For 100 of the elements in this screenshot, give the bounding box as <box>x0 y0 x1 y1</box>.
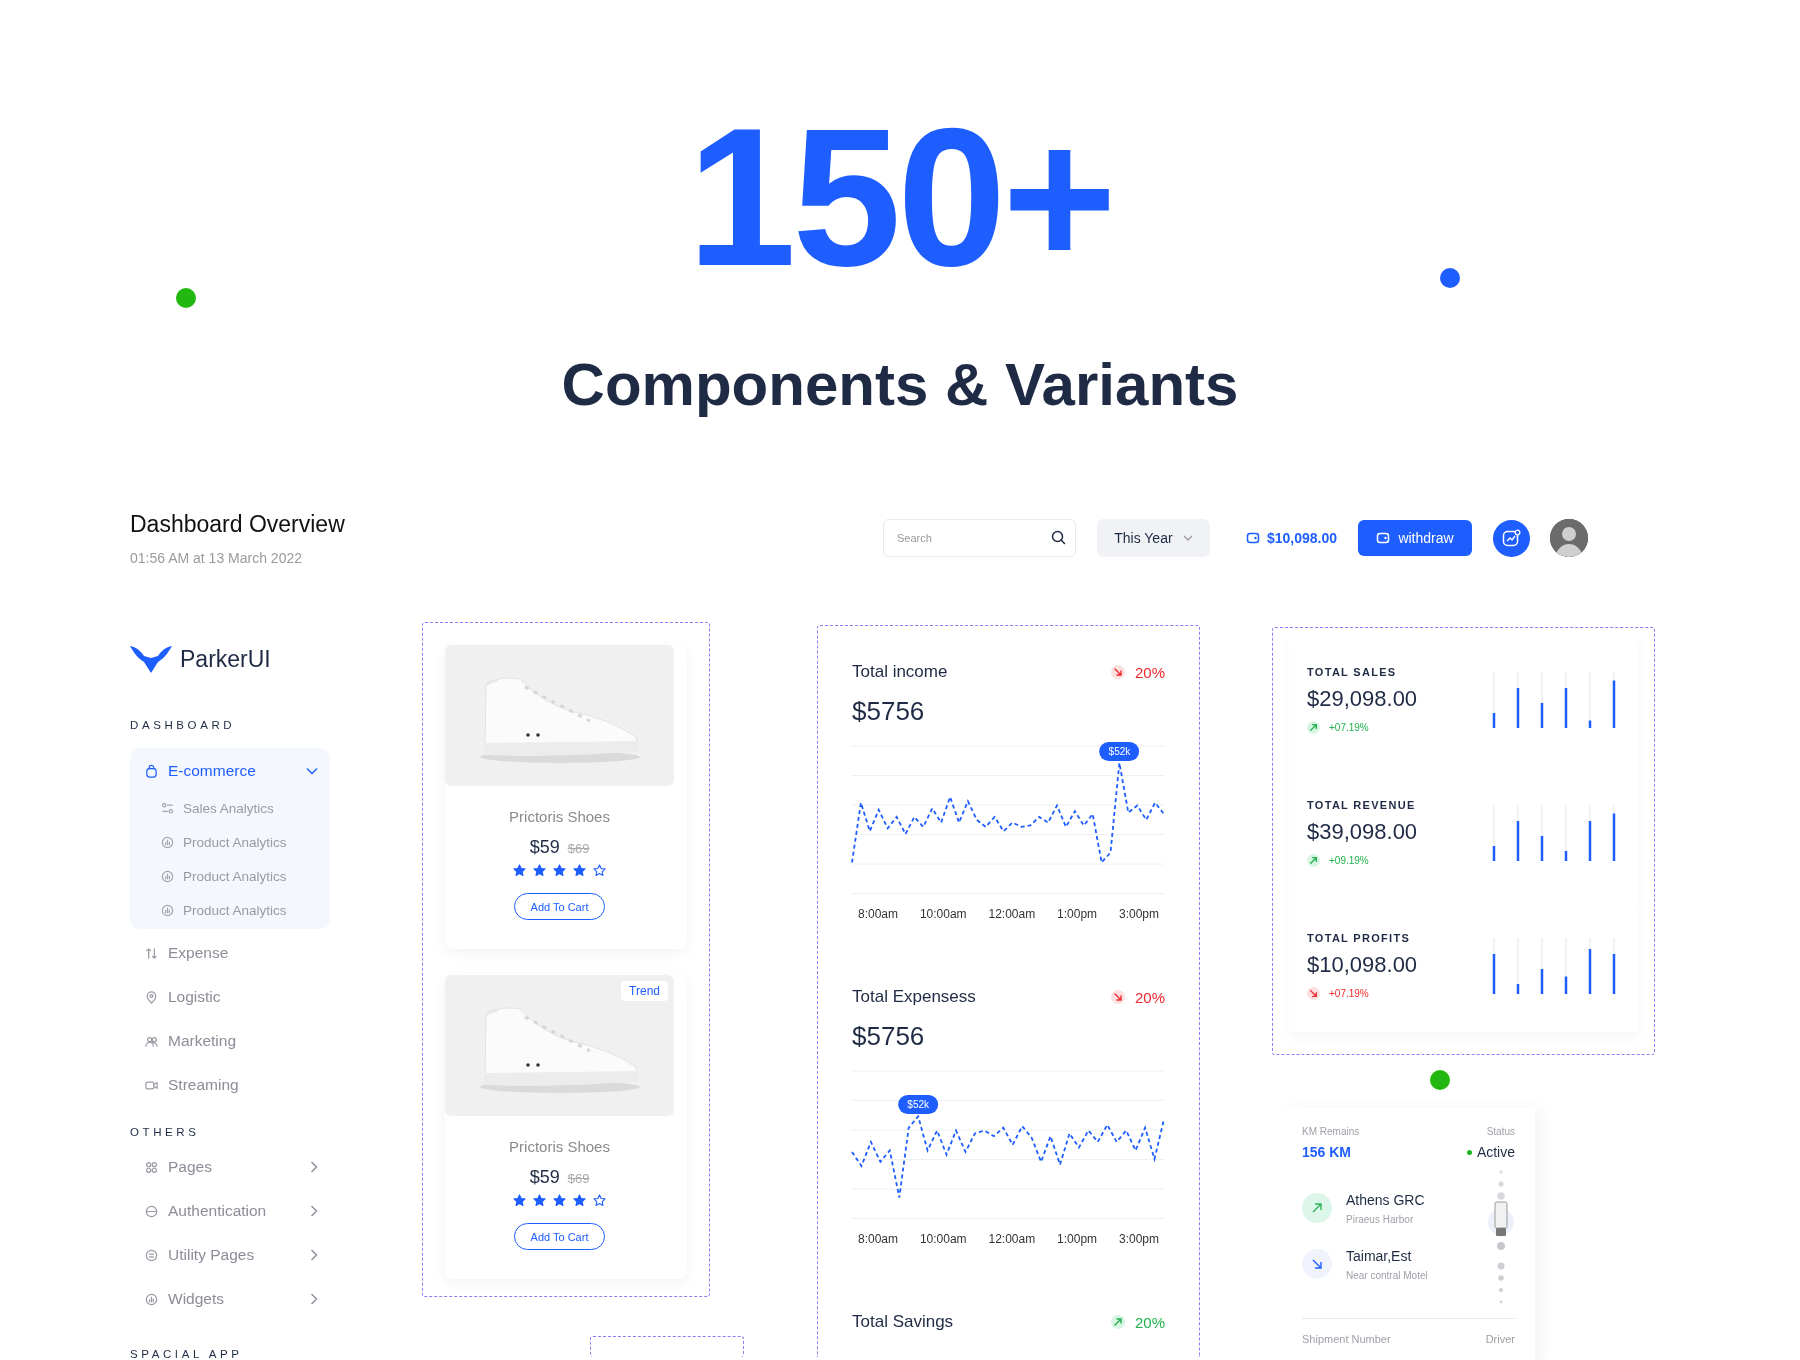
logo-icon <box>130 644 172 674</box>
product-name: Prictoris Shoes <box>508 808 611 825</box>
period-dropdown[interactable]: This Year <box>1096 519 1210 557</box>
wallet-icon <box>1245 531 1260 545</box>
nav-item[interactable]: Utility Pages <box>130 1233 330 1277</box>
status-value: Active <box>1476 1144 1515 1160</box>
section-heading: SPACIAL APP <box>130 1347 244 1360</box>
stat-value: $29,098.00 <box>1307 686 1419 713</box>
metric-title: Total Savings <box>852 1312 955 1332</box>
sliders-icon <box>160 800 175 816</box>
section-heading: OTHERS <box>130 1125 201 1139</box>
axis-label: 8:00am <box>858 907 899 921</box>
decorative-dot <box>176 288 196 308</box>
axis-label: 3:00pm <box>1118 907 1159 921</box>
change-percent: 20% <box>1134 988 1165 1006</box>
star-icon <box>513 864 526 877</box>
stop-name: Athens GRC <box>1346 1191 1425 1208</box>
stop-place: Piraeus Harbor <box>1346 1213 1415 1225</box>
star-icon <box>573 864 586 877</box>
nav-item[interactable]: Logistic <box>130 975 330 1019</box>
field-label: KM Remains <box>1302 1126 1360 1137</box>
price: $59 <box>529 837 560 858</box>
bag-icon <box>144 763 159 779</box>
wallet-icon <box>1376 531 1391 545</box>
location-pin-icon <box>144 989 159 1005</box>
timestamp: 01:56 AM at 13 March 2022 <box>130 549 303 566</box>
star-icon <box>553 1194 566 1207</box>
metric-value: $5756 <box>852 1021 926 1052</box>
axis-label: 3:00pm <box>1118 1232 1159 1246</box>
chart-icon <box>160 834 175 850</box>
star-icon <box>553 864 566 877</box>
page-title: Dashboard Overview <box>130 510 345 538</box>
star-icon <box>533 864 546 877</box>
nav-item[interactable]: Expense <box>130 931 330 975</box>
nav-subitem[interactable]: Product Analytics <box>130 859 330 893</box>
add-to-cart-button[interactable]: Add To Cart <box>514 1223 605 1250</box>
metric-title: Total Expensess <box>852 987 977 1007</box>
arrow-up-right-icon <box>1302 1193 1332 1223</box>
chart-icon <box>144 1291 159 1307</box>
stop-name: Taimar,Est <box>1346 1247 1413 1264</box>
chart-icon <box>160 902 175 918</box>
subtitle: Components & Variants <box>561 350 1239 420</box>
brand-name: ParkerUI <box>180 645 271 673</box>
nav-item[interactable]: Marketing <box>130 1019 330 1063</box>
balance-amount: $10,098.00 <box>1266 530 1337 546</box>
search-field[interactable]: Search <box>882 519 1076 557</box>
metric-title: Total income <box>852 662 949 682</box>
change-percent: 20% <box>1134 663 1165 681</box>
axis-label: 10:00am <box>919 1232 967 1246</box>
chart-tooltip: $52k <box>1099 741 1140 761</box>
trend-badge: Trend <box>621 981 668 1001</box>
section-heading: DASHBOARD <box>130 718 237 732</box>
decorative-dot <box>1440 268 1460 288</box>
field-label: Status <box>1486 1126 1515 1137</box>
stat-value: $39,098.00 <box>1307 819 1419 845</box>
change-percent: +07.19% <box>1329 987 1369 999</box>
axis-label: 8:00am <box>858 1232 899 1246</box>
stop-place: Near contral Motel <box>1346 1269 1428 1281</box>
change-percent: +07.19% <box>1329 722 1369 734</box>
field-label: Shipment Number <box>1302 1333 1391 1345</box>
axis-label: 10:00am <box>919 907 967 921</box>
axis-label: 1:00pm <box>1057 907 1098 921</box>
chart-icon <box>1502 528 1521 548</box>
chart-tooltip: $52k <box>898 1095 938 1115</box>
star-icon <box>593 1194 606 1207</box>
old-price: $69 <box>567 1171 590 1186</box>
change-percent: 20% <box>1134 1313 1165 1331</box>
decorative-dot <box>1430 1070 1450 1090</box>
arrows-icon <box>144 945 159 961</box>
chart-icon <box>160 868 175 884</box>
avatar[interactable] <box>1550 519 1588 557</box>
nav-subitem[interactable]: Product Analytics <box>130 825 330 859</box>
analytics-button[interactable] <box>1493 519 1530 557</box>
add-to-cart-button[interactable]: Add To Cart <box>514 893 605 920</box>
field-label: Driver <box>1485 1333 1515 1345</box>
km-value: 156 KM <box>1302 1144 1352 1160</box>
nav-item[interactable]: E-commerce <box>130 759 330 783</box>
axis-label: 12:00am <box>988 1232 1036 1246</box>
withdraw-button[interactable]: withdraw <box>1358 520 1472 556</box>
nav-item[interactable]: Widgets <box>130 1277 330 1321</box>
axis-label: 12:00am <box>988 907 1036 921</box>
stat-title: TOTAL PROFITS <box>1307 931 1412 944</box>
stat-title: TOTAL SALES <box>1307 666 1398 679</box>
axis-label: 1:00pm <box>1057 1232 1098 1246</box>
price: $59 <box>529 1167 560 1188</box>
nav-item[interactable]: Streaming <box>130 1063 330 1107</box>
arrow-down-right-icon <box>1302 1249 1332 1279</box>
nav-item[interactable]: Pages <box>130 1145 330 1189</box>
grid-icon <box>144 1159 159 1175</box>
nav-subitem[interactable]: Sales Analytics <box>130 791 330 825</box>
nav-subitem[interactable]: Product Analytics <box>130 893 330 927</box>
nav-item[interactable]: Authentication <box>130 1189 330 1233</box>
star-icon <box>533 1194 546 1207</box>
headline: 150+ <box>687 100 1113 296</box>
change-percent: +09.19% <box>1329 855 1369 866</box>
metric-value: $5756 <box>852 696 926 727</box>
chevron-down-icon <box>1182 535 1193 541</box>
product-name: Prictoris Shoes <box>508 1138 611 1155</box>
old-price: $69 <box>567 841 590 856</box>
stat-value: $10,098.00 <box>1307 951 1419 978</box>
